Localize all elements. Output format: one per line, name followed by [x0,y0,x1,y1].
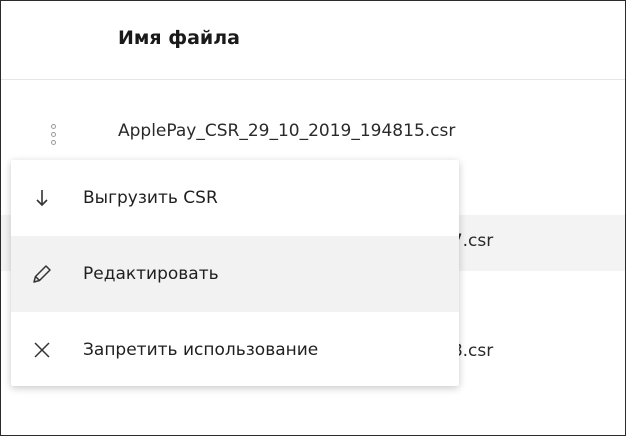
row-actions-kebab-icon[interactable] [47,116,59,152]
pencil-icon [28,260,56,288]
file-list-panel: Имя файла ApplePay_CSR_29_10_2019_194815… [0,0,626,436]
menu-item-edit[interactable]: Редактировать [11,236,459,312]
menu-item-disable-usage[interactable]: Запретить использование [11,312,459,388]
column-header-filename[interactable]: Имя файла [118,27,240,49]
menu-item-label: Выгрузить CSR [83,188,218,208]
table-header: Имя файла [1,1,625,80]
row-context-menu: Выгрузить CSR Редактировать Запретить ис… [11,160,459,386]
table-row[interactable]: ApplePay_CSR_29_10_2019_194815.csr [1,105,625,161]
menu-item-label: Редактировать [83,264,219,284]
menu-item-label: Запретить использование [83,340,319,360]
close-icon [28,336,56,364]
arrow-down-icon [28,184,56,212]
filename-cell: ApplePay_CSR_29_10_2019_194815.csr [118,121,456,141]
menu-item-download-csr[interactable]: Выгрузить CSR [11,160,459,236]
